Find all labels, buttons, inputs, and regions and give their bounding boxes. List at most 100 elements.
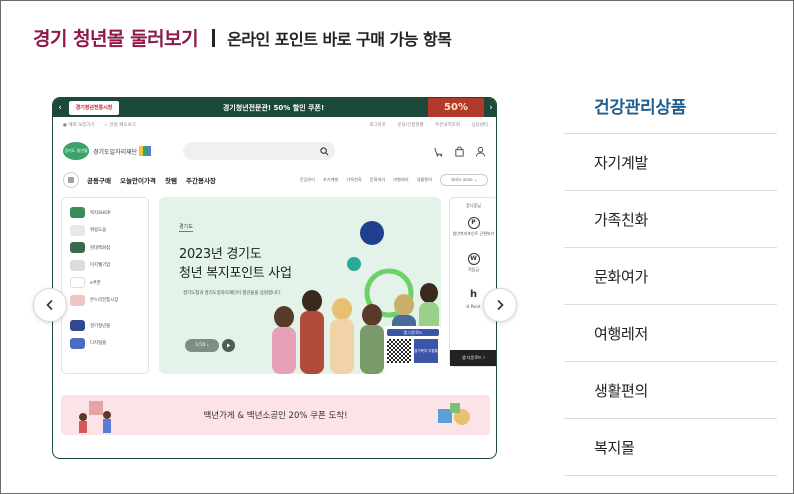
welfare-icon: W [467, 253, 480, 265]
mock-footer-strip [53, 455, 496, 458]
mock-promo-text: 경기청년전문관! 50% 할인 쿠폰! [222, 103, 325, 112]
mock-utility-link: ● 혜택 보증가기 [63, 122, 95, 128]
mock-sidebar-item: 이지웰기업 [70, 257, 140, 275]
mock-sub-nav-item: 건강관리 [299, 177, 315, 182]
mock-utility-link: 주문내역조회 [435, 122, 460, 128]
mock-coupon-text: 백년가게 & 백년소공인 20% 쿠폰 도착! [203, 411, 348, 421]
mock-qr-title: 앱 다운로드 [387, 329, 439, 336]
point-icon: P [467, 217, 480, 229]
mock-sidebar-label: 이지웰기업 [90, 263, 111, 269]
mock-sidebar-item: 디지털몰 [70, 335, 140, 353]
hamburger-icon [63, 172, 79, 188]
chevron-right-icon [497, 299, 504, 311]
mock-topbar: ‹ 경기청년전통시장 경기청년전문관! 50% 할인 쿠폰! 50% › [53, 98, 496, 117]
mock-utility-link: 문의/신청현황 [397, 122, 424, 128]
page-subtitle: 온라인 포인트 바로 구매 가능 항목 [227, 29, 452, 49]
hpoint-icon: h [469, 288, 478, 300]
mall-logo-icon [70, 224, 85, 236]
mock-nav-item: 주간봉사장 [186, 177, 216, 185]
mock-tool-icons [433, 145, 486, 157]
mock-sub-nav-item: 여행레저 [393, 177, 409, 182]
mock-service-zone: 서비스 zone ⌄ [440, 174, 488, 186]
chevron-left-icon [46, 299, 53, 311]
section-heading: 경기 청년몰 둘러보기 온라인 포인트 바로 구매 가능 항목 [33, 24, 452, 51]
mock-logo-badge: 경기도 청년몰 [63, 142, 89, 160]
delivery-icon [434, 147, 443, 157]
mock-sidebar-item: 위링도움 [70, 222, 140, 240]
category-item-family[interactable]: 가족친화 [564, 191, 777, 248]
mock-side-panel: 혼디혼님 P 청년복지포인트 간편보기 W 적립금 h H.Point 앱 다운… [449, 197, 496, 367]
mock-coupon-banner: 백년가게 & 백년소공인 20% 쿠폰 도착! [61, 395, 490, 435]
mock-market-logo: 경기청년전통시장 [69, 100, 119, 115]
category-item-living[interactable]: 생활편의 [564, 362, 777, 419]
mall-logo-icon [70, 320, 85, 332]
mock-nav-row: 공동구매 오늘만이가격 찻템 주간봉사장 건강관리 자기계발 가족친화 문화여가… [53, 170, 496, 190]
mall-logo-icon [70, 277, 85, 289]
mock-side-panel-item: W 적립금 [450, 245, 496, 281]
mock-sidebar-item: 복지SHOP [70, 204, 140, 222]
mock-utility-link: ☆ 만원 페도보기 [104, 122, 136, 128]
category-item-health[interactable]: 건강관리상품 [564, 77, 777, 134]
mock-sidebar-label: 경기청년몰 [90, 323, 111, 329]
mock-sidebar-label: 위링도움 [90, 228, 107, 234]
mock-qr-app: 경기복지 지원통 [414, 339, 438, 363]
carousel-next-button[interactable] [483, 288, 517, 322]
category-item-welfare-mall[interactable]: 복지몰 [564, 419, 777, 476]
mock-main-nav: 공동구매 오늘만이가격 찻템 주간봉사장 [87, 175, 223, 185]
page-title: 경기 청년몰 둘러보기 [33, 28, 199, 50]
mock-side-panel-label: 적립금 [467, 267, 480, 272]
mock-site-logo: 경기도 청년몰 경기도일자리재단 [63, 142, 152, 160]
play-icon [222, 339, 235, 352]
mock-search-box [183, 142, 336, 160]
mock-sub-nav-item: 가족친화 [346, 177, 362, 182]
search-icon [320, 146, 329, 155]
mock-promo-badge: 50% [428, 98, 484, 117]
mock-utility-link: 로그아웃 [369, 122, 386, 128]
mock-sidebar-item: 현대백화점 [70, 239, 140, 257]
screenshot-carousel: ‹ 경기청년전통시장 경기청년전문관! 50% 할인 쿠폰! 50% › ● 혜… [52, 97, 497, 459]
mock-logo-mark [139, 146, 152, 156]
mock-nav-item: 오늘만이가격 [120, 177, 156, 185]
mock-utility-link: 상담센터 [471, 122, 488, 128]
mock-sidebar-item: e쿠폰 [70, 274, 140, 292]
mock-sidebar-label: e쿠폰 [90, 280, 101, 286]
mock-nav-item: 찻템 [164, 177, 177, 185]
category-item-culture[interactable]: 문화여가 [564, 248, 777, 305]
mock-sidebar-label: 온누리전통시장 [90, 298, 119, 304]
shopping-bag-icon [455, 145, 464, 157]
mock-hero-banner: 경기도 2023년 경기도 청년 복지포인트 사업 경기도청과 경기도일자리재단… [159, 197, 441, 374]
carousel-prev-button[interactable] [33, 288, 67, 322]
mock-side-panel-label: 청년복지포인트 간편보기 [452, 231, 495, 236]
mock-search-row: 경기도 청년몰 경기도일자리재단 [53, 136, 496, 166]
title-divider [212, 28, 216, 47]
mall-logo-icon [70, 242, 85, 254]
mock-side-panel-bottom: 앱 다운로드 〉 [450, 350, 496, 366]
mock-sidebar-item: 온누리전통시장 [70, 292, 140, 310]
mock-side-panel-item: P 청년복지포인트 간편보기 [450, 209, 496, 245]
mall-logo-icon [70, 259, 85, 271]
mock-hero-title-1: 2023년 경기도 [179, 247, 262, 262]
mall-logo-icon [70, 294, 85, 306]
user-icon [475, 146, 486, 157]
people-illustration [79, 401, 111, 433]
mall-logo-icon [70, 207, 85, 219]
mock-qr-box: 앱 다운로드 경기복지 지원통 [384, 326, 441, 374]
mock-sidebar-item: 경기청년몰 [70, 317, 140, 335]
mock-hero-tag: 경기도 [179, 224, 193, 232]
mock-utility-bar: ● 혜택 보증가기 ☆ 만원 페도보기 로그아웃 문의/신청현황 주문내역조회 … [53, 117, 496, 132]
mock-sub-nav: 건강관리 자기계발 가족친화 문화여가 여행레저 생활편의 [299, 177, 440, 183]
mock-sub-nav-item: 생활편의 [416, 177, 432, 182]
chevron-right-icon: › [489, 102, 493, 113]
mock-sidebar-label: 복지SHOP [90, 210, 111, 216]
category-item-self-development[interactable]: 자기계발 [564, 134, 777, 191]
mock-sidebar-label: 현대백화점 [90, 245, 111, 251]
mock-hero-pager: 1/10 › [185, 339, 219, 352]
chevron-left-icon: ‹ [58, 102, 62, 113]
mall-logo-icon [70, 337, 85, 349]
qr-code-icon [387, 339, 411, 363]
mock-logo-name: 경기도일자리재단 [93, 148, 138, 156]
mock-side-panel-label: H.Point [466, 303, 481, 309]
category-item-travel[interactable]: 여행레저 [564, 305, 777, 362]
mock-nav-item: 공동구매 [87, 177, 111, 185]
mock-sub-nav-item: 문화여가 [369, 177, 386, 182]
